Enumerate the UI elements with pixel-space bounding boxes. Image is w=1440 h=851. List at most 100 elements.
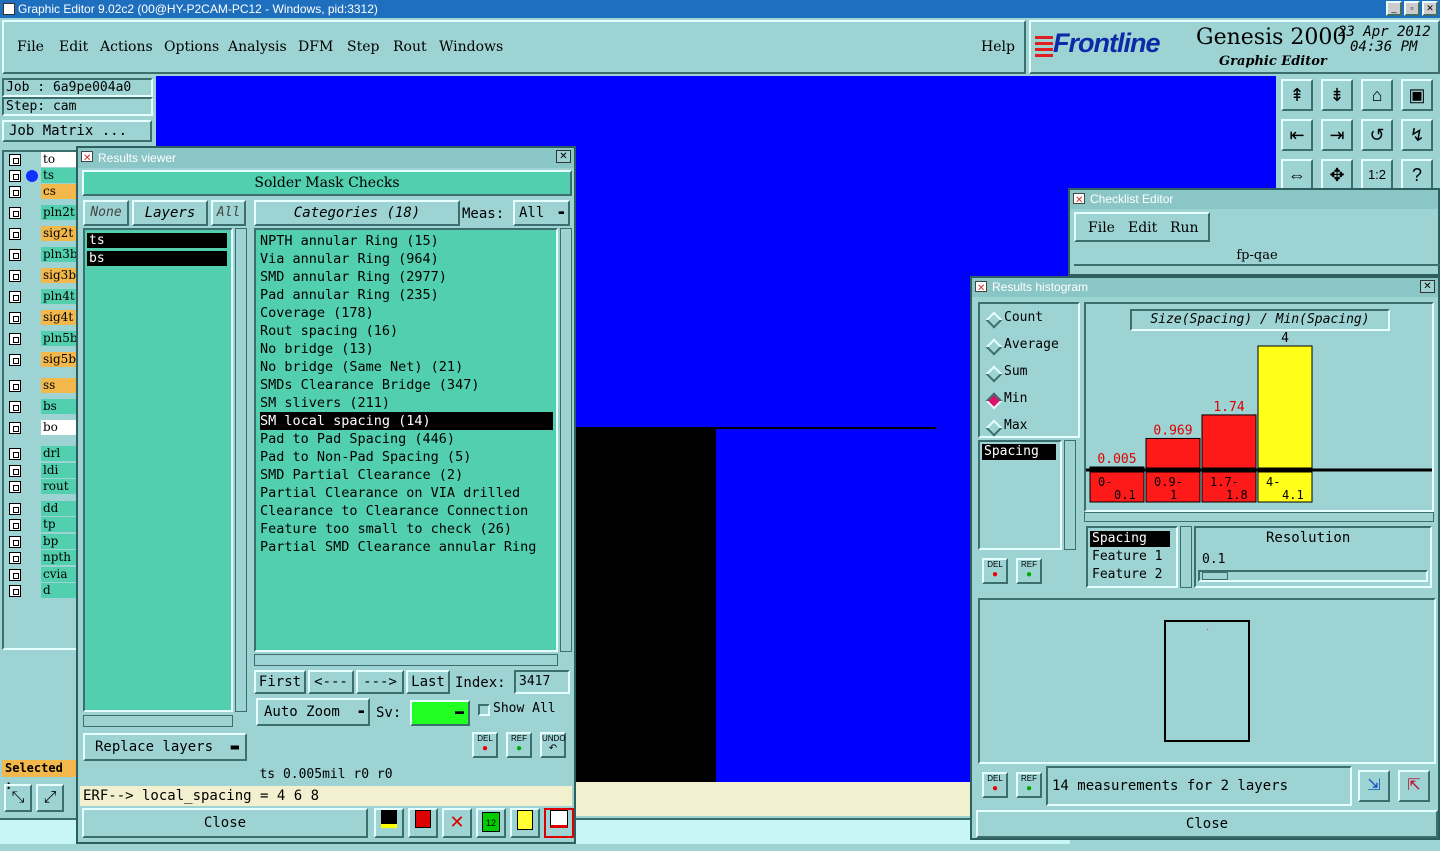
histogram-bar[interactable] bbox=[1257, 345, 1313, 469]
category-item[interactable]: Coverage (178) bbox=[260, 304, 553, 322]
category-item[interactable]: SM local spacing (14) bbox=[260, 412, 553, 430]
layer-name[interactable]: to bbox=[41, 152, 81, 167]
report-tool-icon[interactable] bbox=[510, 808, 540, 838]
pan-right-icon[interactable]: ⇥ bbox=[1321, 119, 1353, 151]
layer-name[interactable]: sig2t bbox=[41, 226, 81, 241]
select-tool-icon[interactable]: ⤡ bbox=[4, 784, 32, 812]
category-item[interactable]: No bridge (Same Net) (21) bbox=[260, 358, 553, 376]
results-close-button[interactable]: Close bbox=[82, 808, 368, 838]
layer-row[interactable]: drl bbox=[6, 446, 81, 462]
layer-name[interactable]: bp bbox=[41, 533, 81, 549]
layer-checkbox[interactable] bbox=[9, 270, 21, 282]
layer-name[interactable]: cvia bbox=[41, 566, 81, 582]
histogram-bar[interactable] bbox=[1089, 466, 1145, 469]
meas-dropdown[interactable]: All ▬ bbox=[513, 200, 570, 226]
auto-zoom-dropdown[interactable]: Auto Zoom ▬ bbox=[256, 698, 370, 726]
layer-checkbox[interactable] bbox=[9, 464, 21, 477]
zoom-window-icon[interactable]: ▣ bbox=[1401, 79, 1433, 111]
max-radio[interactable] bbox=[985, 419, 1003, 437]
layer-checkbox[interactable] bbox=[9, 186, 21, 198]
resolution-slider[interactable] bbox=[1198, 570, 1428, 582]
average-radio[interactable] bbox=[985, 338, 1003, 356]
category-item[interactable]: Pad to Non-Pad Spacing (5) bbox=[260, 448, 553, 466]
layer-list-vscroll[interactable] bbox=[235, 228, 247, 712]
category-item[interactable]: Feature too small to check (26) bbox=[260, 520, 553, 538]
histogram-close-button[interactable]: Close bbox=[976, 810, 1438, 838]
minimize-button[interactable]: _ bbox=[1386, 1, 1402, 16]
layer-checkbox[interactable] bbox=[9, 228, 21, 240]
category-item[interactable]: SMDs Clearance Bridge (347) bbox=[260, 376, 553, 394]
category-item[interactable]: Pad annular Ring (235) bbox=[260, 286, 553, 304]
count-radio[interactable] bbox=[985, 311, 1003, 329]
layer-row[interactable]: sig3b bbox=[6, 268, 81, 284]
layer-row[interactable]: sig4t bbox=[6, 310, 81, 326]
layer-row[interactable]: bs bbox=[6, 399, 81, 415]
layer-row[interactable]: ss bbox=[6, 378, 81, 394]
category-item[interactable]: Via annular Ring (964) bbox=[260, 250, 553, 268]
menu-windows[interactable]: Windows bbox=[439, 39, 503, 55]
pan-left-icon[interactable]: ⇤ bbox=[1281, 119, 1313, 151]
layer-name[interactable]: sig4t bbox=[41, 310, 81, 325]
menu-rout[interactable]: Rout bbox=[393, 39, 427, 55]
menu-edit[interactable]: Edit bbox=[59, 39, 88, 55]
layer-name[interactable]: rout bbox=[41, 479, 81, 494]
last-button[interactable]: Last bbox=[406, 670, 450, 694]
category-item[interactable]: SM slivers (211) bbox=[260, 394, 553, 412]
result-layer-ts[interactable]: ts bbox=[87, 233, 227, 248]
sum-radio[interactable] bbox=[985, 365, 1003, 383]
layer-checkbox[interactable] bbox=[9, 535, 21, 548]
menu-step[interactable]: Step bbox=[347, 39, 379, 55]
window-menu-icon[interactable] bbox=[1073, 191, 1085, 210]
sv-color-dropdown[interactable]: ▬ bbox=[410, 700, 470, 726]
histogram-bar[interactable] bbox=[1145, 437, 1201, 469]
all-button[interactable]: All bbox=[211, 200, 246, 226]
zoom-back-icon[interactable]: ↺ bbox=[1361, 119, 1393, 151]
layer-name[interactable]: dd bbox=[41, 500, 81, 516]
field-spacing[interactable]: Spacing bbox=[1090, 531, 1170, 547]
attr-spacing[interactable]: Spacing bbox=[982, 444, 1056, 460]
layer-row[interactable]: ts bbox=[6, 168, 81, 184]
index-input[interactable]: 3417 bbox=[514, 670, 570, 694]
close-window-button[interactable]: ✕ bbox=[1422, 1, 1438, 16]
layer-checkbox[interactable] bbox=[9, 519, 21, 531]
layer-name[interactable]: cs bbox=[41, 184, 81, 199]
layer-checkbox[interactable] bbox=[9, 170, 21, 182]
chart-tool-icon[interactable]: ⇱ bbox=[1398, 770, 1430, 802]
layer-checkbox[interactable] bbox=[9, 380, 21, 392]
checklist-menu-edit[interactable]: Edit bbox=[1128, 220, 1157, 236]
field-list-vscroll[interactable] bbox=[1180, 526, 1192, 588]
layer-row[interactable]: pln4t bbox=[6, 289, 81, 305]
next-button[interactable]: ---> bbox=[356, 670, 404, 694]
layer-name[interactable]: bs bbox=[41, 399, 81, 414]
menu-help[interactable]: Help bbox=[981, 39, 1015, 55]
layer-name[interactable]: ldi bbox=[41, 462, 81, 478]
layer-name[interactable]: tp bbox=[41, 517, 81, 532]
menu-actions[interactable]: Actions bbox=[100, 39, 153, 55]
pan-down-icon[interactable]: ⇟ bbox=[1321, 79, 1353, 111]
layer-checkbox[interactable] bbox=[9, 481, 21, 493]
undo-button[interactable]: UNDO ↶ bbox=[540, 732, 566, 758]
none-button[interactable]: None bbox=[83, 200, 129, 226]
maximize-button[interactable]: ▫ bbox=[1404, 1, 1420, 16]
layer-checkbox[interactable] bbox=[9, 291, 21, 303]
category-item[interactable]: SMD Partial Clearance (2) bbox=[260, 466, 553, 484]
layer-checkbox[interactable] bbox=[9, 154, 21, 166]
menu-analysis[interactable]: Analysis bbox=[228, 39, 287, 55]
results-viewer-close-icon[interactable]: ✕ bbox=[556, 150, 571, 163]
slider-handle[interactable] bbox=[1202, 572, 1228, 580]
layer-row[interactable]: ldi bbox=[6, 462, 81, 479]
layer-checkbox[interactable] bbox=[9, 585, 21, 597]
layer-list-hscroll[interactable] bbox=[83, 715, 233, 727]
chart-hscroll[interactable] bbox=[1084, 512, 1434, 522]
layer-checkbox[interactable] bbox=[9, 502, 21, 515]
layer-row[interactable]: cs bbox=[6, 184, 81, 200]
layer-checkbox[interactable] bbox=[9, 354, 21, 366]
layer-name[interactable]: pln5b bbox=[41, 331, 81, 346]
layer-name[interactable]: sig3b bbox=[41, 268, 81, 283]
checklist-menu-file[interactable]: File bbox=[1088, 220, 1115, 236]
pan-up-icon[interactable]: ⇞ bbox=[1281, 79, 1313, 111]
category-item[interactable]: Pad to Pad Spacing (446) bbox=[260, 430, 553, 448]
checklist-menu-run[interactable]: Run bbox=[1170, 220, 1199, 236]
category-item[interactable]: Partial SMD Clearance annular Ring bbox=[260, 538, 553, 556]
prev-button[interactable]: <--- bbox=[308, 670, 354, 694]
